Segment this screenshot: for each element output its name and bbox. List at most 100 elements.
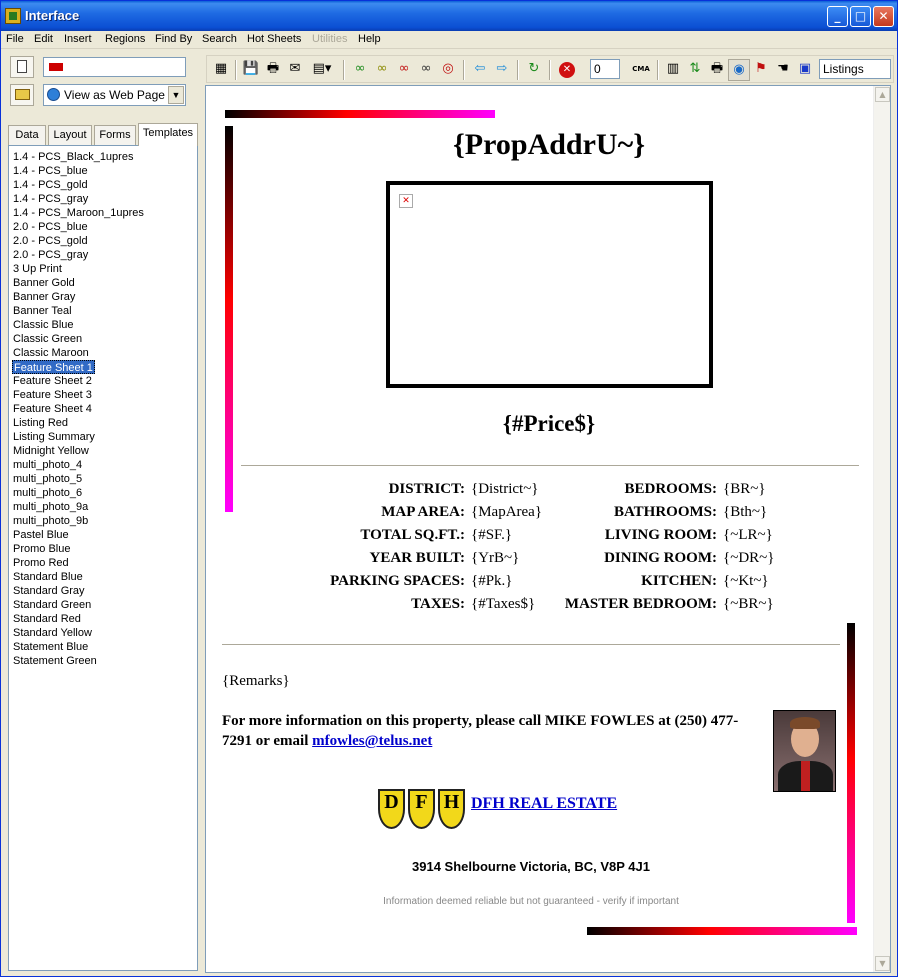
tab-templates[interactable]: Templates xyxy=(138,123,198,146)
mail-icon[interactable]: ✉ xyxy=(284,59,306,81)
detail-value: {~DR~} xyxy=(723,550,775,566)
decor-bar-bottom xyxy=(587,927,857,935)
list-item[interactable]: Banner Gold xyxy=(13,276,75,290)
logo-letter-f: F xyxy=(415,791,428,813)
stop-icon[interactable]: ✕ xyxy=(556,59,578,81)
web-view-icon[interactable]: ◉ xyxy=(728,59,750,81)
list-item[interactable]: Feature Sheet 4 xyxy=(13,402,92,416)
detail-value: {Bth~} xyxy=(723,504,768,520)
minimize-button[interactable]: _ xyxy=(827,6,848,27)
binoculars-black-icon[interactable]: ∞ xyxy=(415,59,437,81)
list-item[interactable]: 1.4 - PCS_Black_1upres xyxy=(13,150,133,164)
list-item[interactable]: Standard Gray xyxy=(13,584,85,598)
list-item[interactable]: Promo Blue xyxy=(13,542,70,556)
list-item[interactable]: 3 Up Print xyxy=(13,262,62,276)
list-item[interactable]: Listing Summary xyxy=(13,430,95,444)
tab-forms[interactable]: Forms xyxy=(94,125,136,145)
list-item[interactable]: multi_photo_5 xyxy=(13,472,82,486)
tab-layout[interactable]: Layout xyxy=(48,125,92,145)
list-item[interactable]: Feature Sheet 3 xyxy=(13,388,92,402)
list-item[interactable]: Feature Sheet 1 xyxy=(12,360,95,374)
decor-bar-top xyxy=(225,110,495,118)
title-bar[interactable]: Interface _ □ ✕ xyxy=(1,1,897,31)
scroll-up-icon[interactable]: ▲ xyxy=(875,87,890,102)
menu-find-by[interactable]: Find By xyxy=(155,33,192,45)
arrow-right-icon[interactable]: ⇨ xyxy=(491,59,513,81)
save-icon[interactable]: 💾 xyxy=(240,59,262,81)
detail-value: {District~} xyxy=(471,481,539,497)
list-item[interactable]: multi_photo_9b xyxy=(13,514,88,528)
detail-value: {#Pk.} xyxy=(471,573,513,589)
templates-list[interactable]: 1.4 - PCS_Black_1upres 1.4 - PCS_blue 1.4 … xyxy=(8,145,198,971)
list-item[interactable]: Classic Green xyxy=(13,332,82,346)
list-item[interactable]: 2.0 - PCS_gray xyxy=(13,248,88,262)
menu-bar: File Edit Insert Regions Find By Search … xyxy=(1,31,897,49)
contact-message: For more information on this property, p… xyxy=(222,713,739,749)
refresh-icon[interactable]: ↻ xyxy=(523,59,545,81)
list-item[interactable]: 2.0 - PCS_blue xyxy=(13,220,88,234)
arrow-left-icon[interactable]: ⇦ xyxy=(469,59,491,81)
printer-icon[interactable]: 🖶 xyxy=(706,59,728,81)
tab-data[interactable]: Data xyxy=(8,125,46,145)
menu-file[interactable]: File xyxy=(6,33,24,45)
list-item[interactable]: Standard Yellow xyxy=(13,626,92,640)
print-icon[interactable]: 🖶 xyxy=(262,59,284,81)
cma-button[interactable]: CMA xyxy=(629,59,653,81)
list-item[interactable]: Pastel Blue xyxy=(13,528,69,542)
globe-icon xyxy=(47,88,60,101)
target-icon[interactable]: ◎ xyxy=(437,59,459,81)
list-item[interactable]: Statement Green xyxy=(13,654,97,668)
menu-regions[interactable]: Regions xyxy=(105,33,145,45)
page-icon xyxy=(17,60,27,73)
list-item[interactable]: Promo Red xyxy=(13,556,69,570)
flag-icon[interactable]: ⚑ xyxy=(750,59,772,81)
list-item[interactable]: 1.4 - PCS_Maroon_1upres xyxy=(13,206,144,220)
maximize-button[interactable]: □ xyxy=(850,6,871,27)
menu-search[interactable]: Search xyxy=(202,33,237,45)
vertical-scrollbar[interactable]: ▲ ▼ xyxy=(873,86,890,972)
list-item[interactable]: Midnight Yellow xyxy=(13,444,89,458)
list-item[interactable]: Banner Teal xyxy=(13,304,72,318)
binoculars-yellow-icon[interactable]: ∞ xyxy=(371,59,393,81)
list-item[interactable]: Classic Maroon xyxy=(13,346,89,360)
hand-icon[interactable]: ☚ xyxy=(772,59,794,81)
open-folder-button[interactable] xyxy=(10,84,34,106)
list-item[interactable]: multi_photo_6 xyxy=(13,486,82,500)
list-item[interactable]: Standard Red xyxy=(13,612,81,626)
report-icon[interactable]: ▥ xyxy=(662,59,684,81)
menu-edit[interactable]: Edit xyxy=(34,33,53,45)
menu-insert[interactable]: Insert xyxy=(64,33,92,45)
table-dropdown-icon[interactable]: ▤▾ xyxy=(306,59,338,81)
dfh-logo[interactable]: D F H xyxy=(378,789,466,833)
menu-help[interactable]: Help xyxy=(358,33,381,45)
list-item[interactable]: Statement Blue xyxy=(13,640,88,654)
list-item[interactable]: multi_photo_9a xyxy=(13,500,88,514)
list-item[interactable]: 1.4 - PCS_blue xyxy=(13,164,88,178)
list-item[interactable]: 2.0 - PCS_gold xyxy=(13,234,88,248)
list-item[interactable]: Classic Blue xyxy=(13,318,74,332)
chevron-down-icon[interactable]: ▼ xyxy=(168,86,184,104)
close-button[interactable]: ✕ xyxy=(873,6,894,27)
company-link[interactable]: DFH REAL ESTATE xyxy=(471,795,617,813)
list-item[interactable]: Standard Green xyxy=(13,598,91,612)
window-icon[interactable]: ▣ xyxy=(794,59,816,81)
new-document-button[interactable] xyxy=(10,56,34,78)
list-item[interactable]: Standard Blue xyxy=(13,570,83,584)
scroll-down-icon[interactable]: ▼ xyxy=(875,956,890,971)
list-item[interactable]: Banner Gray xyxy=(13,290,75,304)
region-field[interactable] xyxy=(43,57,186,77)
list-item[interactable]: 1.4 - PCS_gray xyxy=(13,192,88,206)
binoculars-green-icon[interactable]: ∞ xyxy=(349,59,371,81)
layout-icon[interactable]: ▦ xyxy=(210,59,232,81)
binoculars-red-icon[interactable]: ∞ xyxy=(393,59,415,81)
list-item[interactable]: Feature Sheet 2 xyxy=(13,374,92,388)
email-link[interactable]: mfowles@telus.net xyxy=(312,733,432,749)
menu-hot-sheets[interactable]: Hot Sheets xyxy=(247,33,301,45)
view-mode-select[interactable]: View as Web Page ▼ xyxy=(43,84,186,106)
count-field[interactable]: 0 xyxy=(590,59,620,79)
mode-select[interactable]: Listings xyxy=(819,59,891,79)
list-item[interactable]: 1.4 - PCS_gold xyxy=(13,178,88,192)
list-item[interactable]: multi_photo_4 xyxy=(13,458,82,472)
sort-icon[interactable]: ⇅ xyxy=(684,59,706,81)
list-item[interactable]: Listing Red xyxy=(13,416,68,430)
